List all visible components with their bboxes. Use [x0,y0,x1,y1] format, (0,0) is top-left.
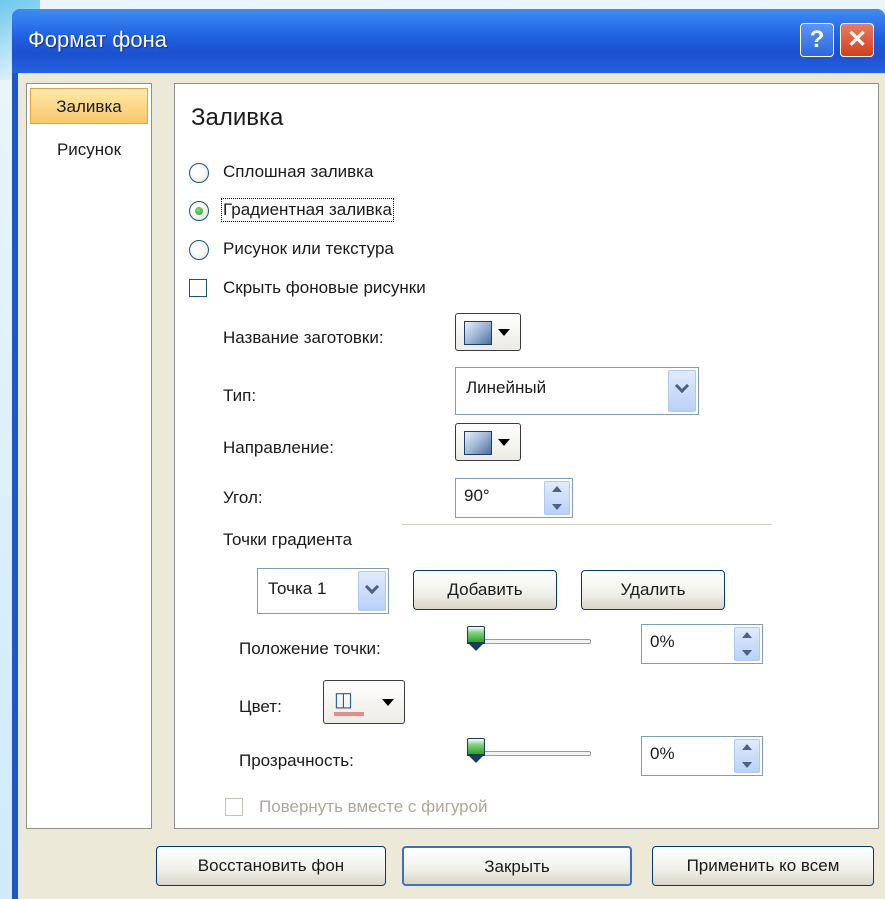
sidebar-item-picture[interactable]: Рисунок [30,132,148,168]
gradient-swatch-icon [464,321,492,345]
direction-dropdown[interactable] [455,423,521,461]
stop-position-label: Положение точки: [239,639,381,658]
solid-fill-label[interactable]: Сплошная заливка [223,162,373,182]
dropdown-arrow-icon [498,329,510,336]
stop-position-slider-track[interactable] [469,639,591,644]
chevron-down-icon[interactable] [668,370,696,412]
spinner-arrows-icon[interactable] [544,481,570,515]
color-picker-button[interactable]: ◫ [323,680,405,724]
dialog-title: Формат фона [28,27,167,52]
transparency-spinner[interactable]: 0% [641,736,763,776]
reset-background-button[interactable]: Восстановить фон [156,846,386,886]
stop-select[interactable]: Точка 1 [257,568,389,614]
remove-stop-button[interactable]: Удалить [581,570,725,610]
angle-value: 90° [464,486,490,505]
transparency-value: 0% [650,744,675,763]
format-background-dialog: Формат фона ? ✕ Заливка Рисунок Заливка … [12,9,885,899]
title-bar[interactable]: Формат фона ? ✕ [12,9,885,73]
stop-position-slider-thumb[interactable] [467,626,485,652]
stop-value: Точка 1 [268,579,327,598]
type-value: Линейный [466,378,547,397]
gradient-fill-label[interactable]: Градиентная заливка [221,198,394,222]
solid-fill-radio[interactable] [189,163,209,183]
close-button[interactable]: Закрыть [402,846,632,886]
hide-background-checkbox[interactable] [189,279,207,297]
hide-background-label[interactable]: Скрыть фоновые рисунки [223,278,426,298]
angle-label: Угол: [223,488,263,507]
gradient-stops-divider [402,524,772,525]
dropdown-arrow-icon [382,699,394,706]
help-button[interactable]: ? [800,23,834,57]
angle-spinner[interactable]: 90° [455,478,573,518]
preset-label: Название заготовки: [223,328,384,347]
gradient-stops-label: Точки градиента [223,530,353,549]
spinner-arrows-icon[interactable] [734,739,760,773]
picture-texture-radio[interactable] [189,240,209,260]
stop-position-spinner[interactable]: 0% [641,624,763,664]
apply-to-all-button[interactable]: Применить ко всем [652,846,874,886]
preset-dropdown[interactable] [455,313,521,351]
close-window-button[interactable]: ✕ [840,23,874,57]
direction-label: Направление: [223,438,334,457]
current-color-swatch [334,712,364,716]
transparency-label: Прозрачность: [239,751,354,770]
picture-texture-label[interactable]: Рисунок или текстура [223,239,394,259]
transparency-slider-thumb[interactable] [467,738,485,764]
dropdown-arrow-icon [498,439,510,446]
chevron-down-icon[interactable] [358,571,386,611]
color-label: Цвет: [239,697,282,716]
type-label: Тип: [223,386,257,405]
paint-bucket-icon: ◫ [334,689,353,711]
spinner-arrows-icon[interactable] [734,627,760,661]
gradient-fill-radio[interactable] [189,201,209,221]
section-heading: Заливка [191,104,284,131]
dialog-client-area: Заливка Рисунок Заливка Сплошная заливка… [18,73,885,899]
gradient-swatch-icon [464,431,492,455]
stop-position-value: 0% [650,632,675,651]
sidebar-item-fill[interactable]: Заливка [30,88,148,124]
rotate-with-shape-label: Повернуть вместе с фигурой [259,797,488,816]
add-stop-button[interactable]: Добавить [413,570,557,610]
type-select[interactable]: Линейный [455,367,699,415]
category-sidebar: Заливка Рисунок [26,83,152,829]
transparency-slider-track[interactable] [469,751,591,756]
rotate-with-shape-checkbox[interactable] [225,798,243,816]
fill-settings-panel: Заливка Сплошная заливка Градиентная зал… [174,83,879,829]
